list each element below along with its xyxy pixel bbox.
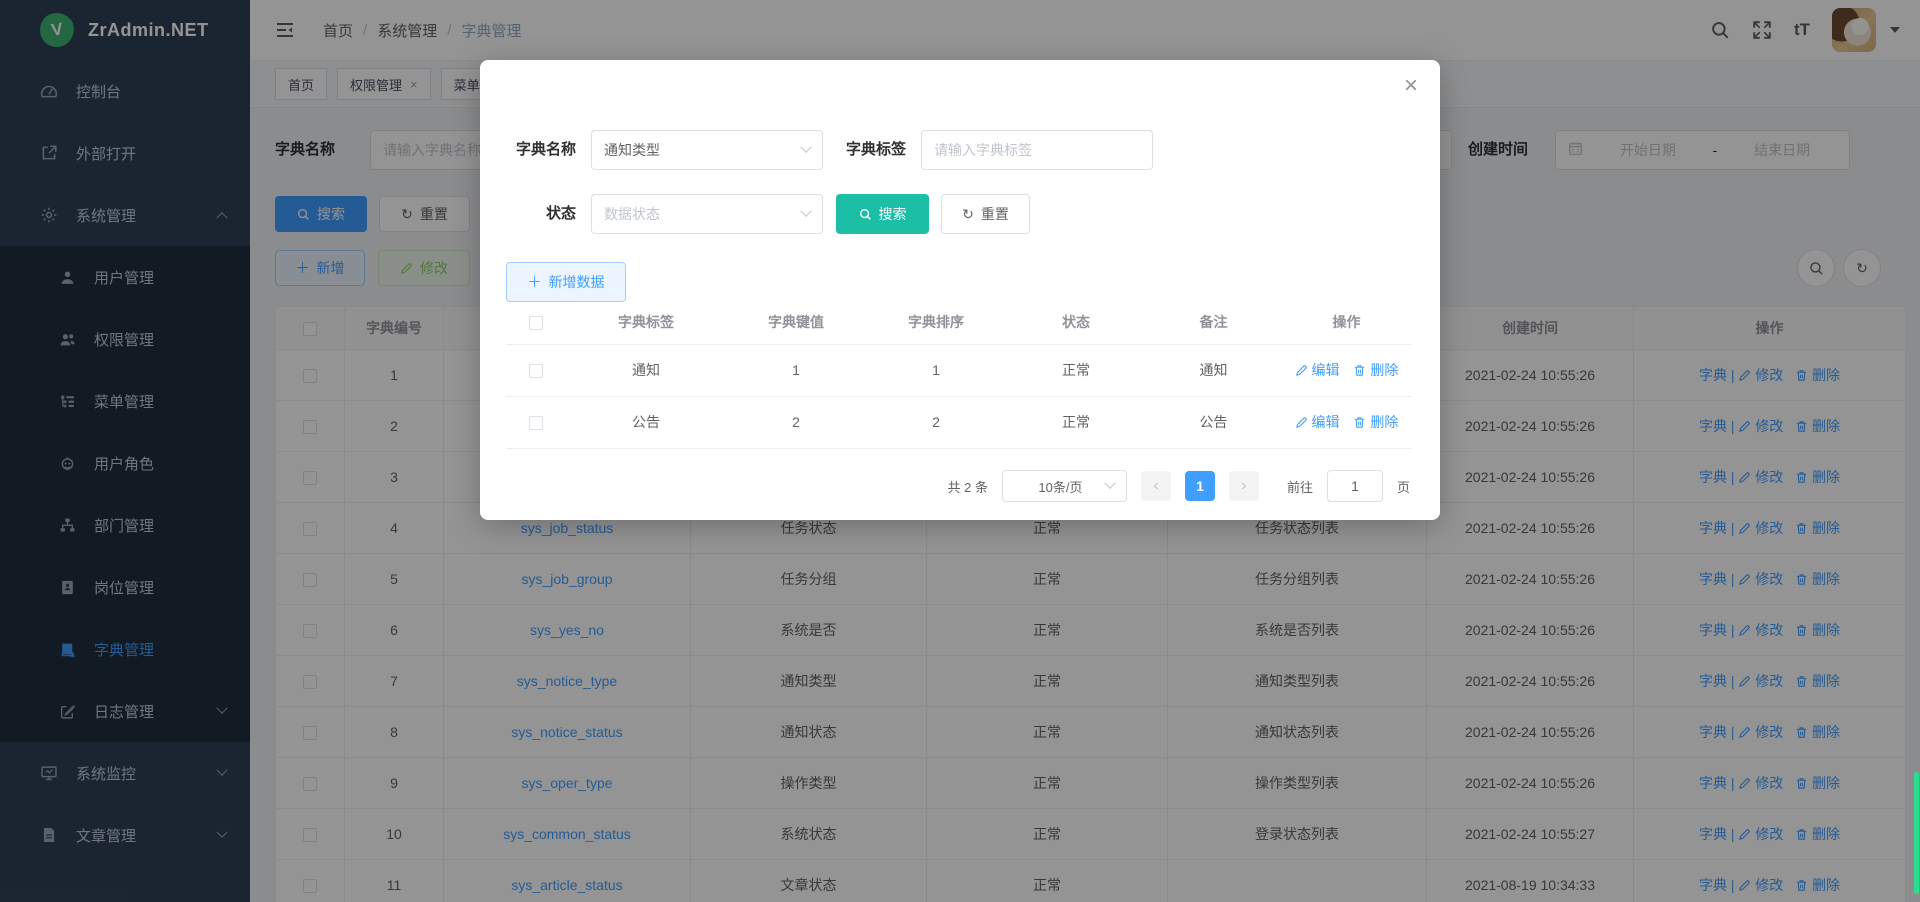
ops-cell: 编辑 删除 xyxy=(1281,344,1412,396)
modal-table-row: 通知 1 1 正常 通知 编辑 删除 xyxy=(506,344,1412,396)
dict-label-cell: 公告 xyxy=(566,396,726,448)
modal-table-row: 公告 2 2 正常 公告 编辑 删除 xyxy=(506,396,1412,448)
modal-dict-name-select[interactable]: 通知类型 xyxy=(591,130,823,170)
row-edit-link[interactable]: 编辑 xyxy=(1295,414,1344,430)
scrollbar-thumb[interactable] xyxy=(1914,772,1919,894)
modal-dict-name-label: 字典名称 xyxy=(486,130,576,170)
page-size-value: 10条/页 xyxy=(1015,477,1106,496)
col-ops: 操作 xyxy=(1281,300,1412,344)
dict-sort-cell: 1 xyxy=(866,344,1006,396)
row-checkbox[interactable] xyxy=(529,364,543,378)
goto-page-input[interactable] xyxy=(1340,478,1370,494)
ops-cell: 编辑 删除 xyxy=(1281,396,1412,448)
refresh-icon: ↻ xyxy=(962,206,974,223)
close-icon[interactable]: × xyxy=(1404,74,1418,98)
row-delete-label: 删除 xyxy=(1370,414,1398,430)
col-status: 状态 xyxy=(1006,300,1146,344)
modal-select-all-header xyxy=(506,300,566,344)
remark-cell: 通知 xyxy=(1146,344,1281,396)
modal-reset-button[interactable]: ↻ 重置 xyxy=(941,194,1030,234)
goto-page-input-wrap xyxy=(1327,470,1383,502)
row-delete-link[interactable]: 删除 xyxy=(1353,414,1398,430)
row-delete-label: 删除 xyxy=(1370,362,1398,378)
plus-icon: ＋ xyxy=(528,272,542,292)
modal-search-button[interactable]: 搜索 xyxy=(836,194,929,234)
dict-label-cell: 通知 xyxy=(566,344,726,396)
modal-search-label: 搜索 xyxy=(879,204,907,224)
chevron-down-icon xyxy=(800,142,811,153)
total-count: 共 2 条 xyxy=(948,477,988,496)
col-dict-value: 字典键值 xyxy=(726,300,866,344)
modal-table-header-row: 字典标签 字典键值 字典排序 状态 备注 操作 xyxy=(506,300,1412,344)
modal-status-select[interactable]: 数据状态 xyxy=(591,194,823,234)
modal-dict-label-label: 字典标签 xyxy=(816,130,906,170)
row-edit-link[interactable]: 编辑 xyxy=(1295,362,1344,378)
row-edit-label: 编辑 xyxy=(1312,362,1340,378)
row-select-cell xyxy=(506,344,566,396)
goto-label: 前往 xyxy=(1287,477,1313,496)
status-cell: 正常 xyxy=(1006,344,1146,396)
page-size-select[interactable]: 10条/页 xyxy=(1002,470,1127,502)
app-root: V ZrAdmin.NET 控制台 外部打开 系统管理 xyxy=(0,0,1920,902)
modal-dict-label-input-wrap xyxy=(921,130,1153,170)
dict-value-cell: 2 xyxy=(726,396,866,448)
dict-data-table: 字典标签 字典键值 字典排序 状态 备注 操作 通知 1 1 正常 通知 xyxy=(506,300,1412,449)
row-checkbox[interactable] xyxy=(529,416,543,430)
modal-dict-label-input[interactable] xyxy=(934,142,1140,158)
row-delete-link[interactable]: 删除 xyxy=(1353,362,1398,378)
next-page-button[interactable]: › xyxy=(1229,471,1259,501)
col-dict-label: 字典标签 xyxy=(566,300,726,344)
remark-cell: 公告 xyxy=(1146,396,1281,448)
modal-status-label: 状态 xyxy=(486,194,576,234)
chevron-down-icon xyxy=(800,206,811,217)
modal-reset-label: 重置 xyxy=(981,204,1009,224)
page-unit-label: 页 xyxy=(1397,477,1410,496)
dict-sort-cell: 2 xyxy=(866,396,1006,448)
row-select-cell xyxy=(506,396,566,448)
chevron-down-icon xyxy=(1104,478,1115,489)
col-dict-sort: 字典排序 xyxy=(866,300,1006,344)
row-edit-label: 编辑 xyxy=(1312,414,1340,430)
col-remark: 备注 xyxy=(1146,300,1281,344)
selected-dict-name: 通知类型 xyxy=(604,140,802,160)
status-placeholder: 数据状态 xyxy=(604,204,802,224)
add-dict-data-label: 新增数据 xyxy=(549,272,605,292)
status-cell: 正常 xyxy=(1006,396,1146,448)
modal-select-all-checkbox[interactable] xyxy=(529,316,543,330)
dict-value-cell: 1 xyxy=(726,344,866,396)
current-page-button[interactable]: 1 xyxy=(1185,471,1215,501)
dict-data-dialog: × 字典名称 通知类型 字典标签 状态 数据状态 搜索 ↻ 重置 ＋ 新增数据 xyxy=(480,60,1440,520)
prev-page-button[interactable]: ‹ xyxy=(1141,471,1171,501)
add-dict-data-button[interactable]: ＋ 新增数据 xyxy=(506,262,626,302)
pagination: 共 2 条 10条/页 ‹ 1 › 前往 页 xyxy=(948,470,1411,502)
